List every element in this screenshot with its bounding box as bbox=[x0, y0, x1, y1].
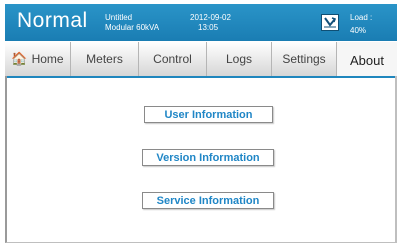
tab-about-label: About bbox=[350, 52, 384, 68]
tab-meters-label: Meters bbox=[86, 52, 123, 66]
time-label: 13:05 bbox=[198, 23, 219, 32]
panel-top-border bbox=[7, 76, 395, 78]
load-label: Load : bbox=[350, 13, 373, 22]
model-info: Untitled Modular 60kVA bbox=[105, 13, 159, 33]
version-information-button[interactable]: Version Information bbox=[142, 149, 274, 166]
tab-home[interactable]: 🏠 Home bbox=[5, 42, 71, 76]
about-panel: User Information Version Information Ser… bbox=[5, 76, 397, 243]
tab-logs-label: Logs bbox=[225, 52, 253, 66]
tab-control-label: Control bbox=[153, 52, 192, 66]
tab-bar: 🏠 Home Meters Control Logs Settings Abou… bbox=[5, 42, 397, 78]
load-readout: Load : 40% bbox=[350, 11, 372, 37]
home-icon: 🏠 bbox=[11, 51, 28, 66]
ups-status-icon bbox=[321, 14, 339, 31]
tab-logs[interactable]: Logs bbox=[207, 42, 272, 76]
tab-about[interactable]: About bbox=[337, 42, 397, 78]
tab-meters[interactable]: Meters bbox=[71, 42, 139, 76]
tab-home-label: Home bbox=[31, 52, 64, 66]
tab-control[interactable]: Control bbox=[139, 42, 207, 76]
tab-settings-label: Settings bbox=[282, 52, 326, 66]
ups-screen: Normal Untitled Modular 60kVA 2012-09-02… bbox=[2, 1, 401, 244]
date-time: 2012-09-02 13:05 bbox=[190, 13, 231, 33]
status-header: Normal Untitled Modular 60kVA 2012-09-02… bbox=[5, 4, 397, 41]
user-information-button[interactable]: User Information bbox=[144, 106, 273, 123]
model-rating: Modular 60kVA bbox=[105, 23, 160, 32]
load-value: 40% bbox=[350, 26, 367, 35]
date-label: 2012-09-02 bbox=[190, 13, 231, 22]
service-information-button[interactable]: Service Information bbox=[142, 192, 274, 209]
model-name: Untitled bbox=[105, 13, 133, 22]
system-status: Normal bbox=[17, 9, 88, 32]
tab-settings[interactable]: Settings bbox=[272, 42, 337, 76]
